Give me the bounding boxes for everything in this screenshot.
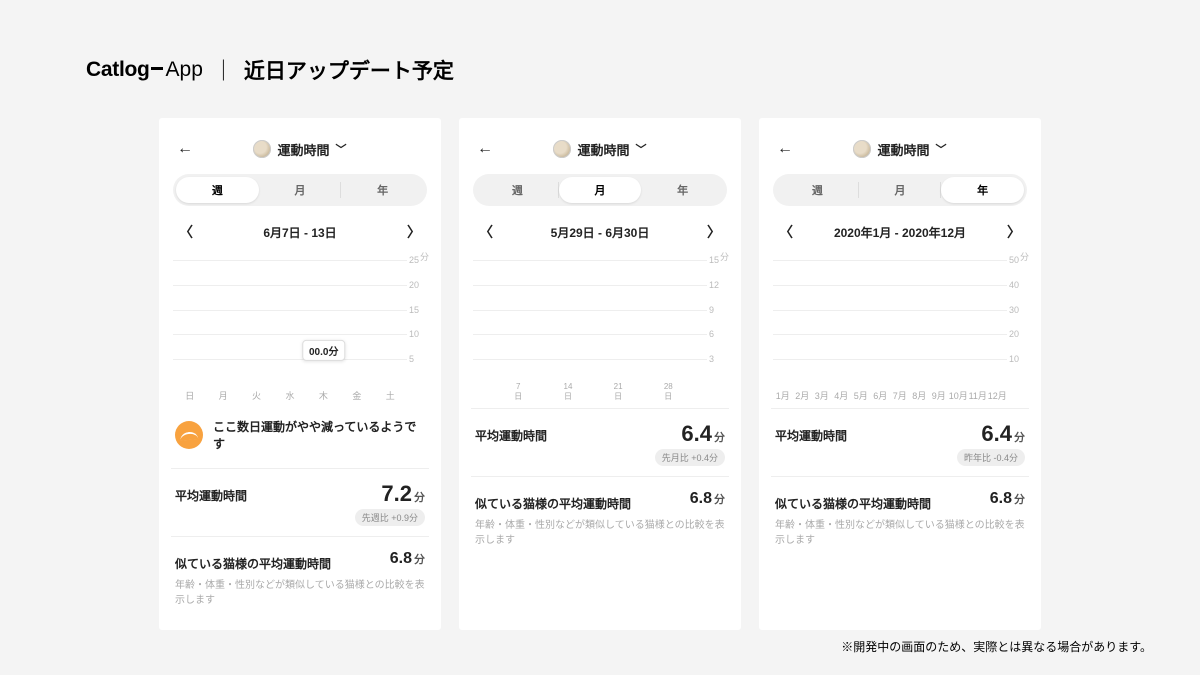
page-header: Catlog App ｜ 近日アップデート予定 <box>86 55 454 85</box>
avg-value: 7.2 <box>381 481 412 506</box>
similar-value: 6.8 <box>990 490 1012 507</box>
avg-delta-badge: 昨年比 -0.4分 <box>957 449 1025 466</box>
avg-delta-badge: 先月比 +0.4分 <box>655 449 725 466</box>
divider <box>771 476 1029 477</box>
phone-week: ← 運動時間 ﹀ 週月年 〈 6月7日 - 13日 〉 分51015202500… <box>159 118 441 630</box>
back-button[interactable]: ← <box>477 140 493 158</box>
prev-button[interactable]: 〈 <box>473 222 499 242</box>
similar-note: 年齢・体重・性別などが類似している猫様との比較を表示します <box>773 516 1027 554</box>
chevron-down-icon: ﹀ <box>336 141 347 157</box>
chart-month: 分36912157日14日21日28日 <box>473 252 727 402</box>
avg-delta-badge: 先週比 +0.9分 <box>355 509 425 526</box>
phone-month: ← 運動時間 ﹀ 週月年 〈 5月29日 - 6月30日 〉 分36912157… <box>459 118 741 630</box>
back-button[interactable]: ← <box>177 140 193 158</box>
logo-text-b: App <box>166 58 203 82</box>
date-range: 5月29日 - 6月30日 <box>551 224 650 241</box>
seg-option-month[interactable]: 月 <box>259 177 342 203</box>
insight-row: ここ数日運動がやや減っているようです <box>173 408 427 462</box>
range-segment[interactable]: 週月年 <box>773 174 1027 206</box>
similar-label: 似ている猫様の平均運動時間 <box>175 551 331 572</box>
prev-button[interactable]: 〈 <box>173 222 199 242</box>
similar-value: 6.8 <box>690 490 712 507</box>
prev-button[interactable]: 〈 <box>773 222 799 242</box>
avatar-icon <box>553 140 571 158</box>
divider <box>771 408 1029 409</box>
phones-row: ← 運動時間 ﹀ 週月年 〈 6月7日 - 13日 〉 分51015202500… <box>0 118 1200 630</box>
screen-title: 運動時間 <box>277 140 329 159</box>
next-button[interactable]: 〉 <box>701 222 727 242</box>
disclaimer: ※開発中の画面のため、実際とは異なる場合があります。 <box>841 638 1152 655</box>
similar-label: 似ている猫様の平均運動時間 <box>475 491 631 512</box>
avg-value: 6.4 <box>981 421 1012 446</box>
similar-note: 年齢・体重・性別などが類似している猫様との比較を表示します <box>473 516 727 554</box>
seg-option-year[interactable]: 年 <box>641 177 724 203</box>
divider <box>171 468 429 469</box>
chart-year: 分10203040501月2月3月4月5月6月7月8月9月10月11月12月 <box>773 252 1027 402</box>
date-range: 6月7日 - 13日 <box>263 224 336 241</box>
avatar-icon <box>853 140 871 158</box>
back-button[interactable]: ← <box>777 140 793 158</box>
bar-tooltip: 00.0分 <box>302 340 345 361</box>
divider <box>471 408 729 409</box>
avatar-icon <box>253 140 271 158</box>
insight-text: ここ数日運動がやや減っているようです <box>213 418 425 452</box>
avg-value: 6.4 <box>681 421 712 446</box>
range-segment[interactable]: 週月年 <box>473 174 727 206</box>
similar-label: 似ている猫様の平均運動時間 <box>775 491 931 512</box>
divider <box>471 476 729 477</box>
avg-label: 平均運動時間 <box>475 423 547 444</box>
seg-option-year[interactable]: 年 <box>341 177 424 203</box>
title-dropdown[interactable]: 運動時間 ﹀ <box>553 140 646 159</box>
header-subtitle: 近日アップデート予定 <box>244 55 454 85</box>
similar-value: 6.8 <box>390 550 412 567</box>
header-separator: ｜ <box>213 55 234 85</box>
similar-note: 年齢・体重・性別などが類似している猫様との比較を表示します <box>173 576 427 614</box>
next-button[interactable]: 〉 <box>1001 222 1027 242</box>
next-button[interactable]: 〉 <box>401 222 427 242</box>
avg-label: 平均運動時間 <box>775 423 847 444</box>
screen-title: 運動時間 <box>877 140 929 159</box>
divider <box>171 536 429 537</box>
title-dropdown[interactable]: 運動時間 ﹀ <box>853 140 946 159</box>
logo-text-a: Catlog <box>86 58 150 82</box>
logo-underscore <box>151 67 163 70</box>
seg-option-month[interactable]: 月 <box>859 177 942 203</box>
date-range: 2020年1月 - 2020年12月 <box>834 224 966 241</box>
range-segment[interactable]: 週月年 <box>173 174 427 206</box>
chart-week: 分51015202500.0分日月火水木金土 <box>173 252 427 402</box>
chevron-down-icon: ﹀ <box>636 141 647 157</box>
seg-option-year[interactable]: 年 <box>941 177 1024 203</box>
phone-year: ← 運動時間 ﹀ 週月年 〈 2020年1月 - 2020年12月 〉 分102… <box>759 118 1041 630</box>
trend-down-icon <box>175 421 203 449</box>
screen-title: 運動時間 <box>577 140 629 159</box>
title-dropdown[interactable]: 運動時間 ﹀ <box>253 140 346 159</box>
seg-option-week[interactable]: 週 <box>476 177 559 203</box>
seg-option-month[interactable]: 月 <box>559 177 642 203</box>
avg-unit: 分 <box>414 492 425 504</box>
chevron-down-icon: ﹀ <box>936 141 947 157</box>
avg-label: 平均運動時間 <box>175 483 247 504</box>
seg-option-week[interactable]: 週 <box>176 177 259 203</box>
seg-option-week[interactable]: 週 <box>776 177 859 203</box>
